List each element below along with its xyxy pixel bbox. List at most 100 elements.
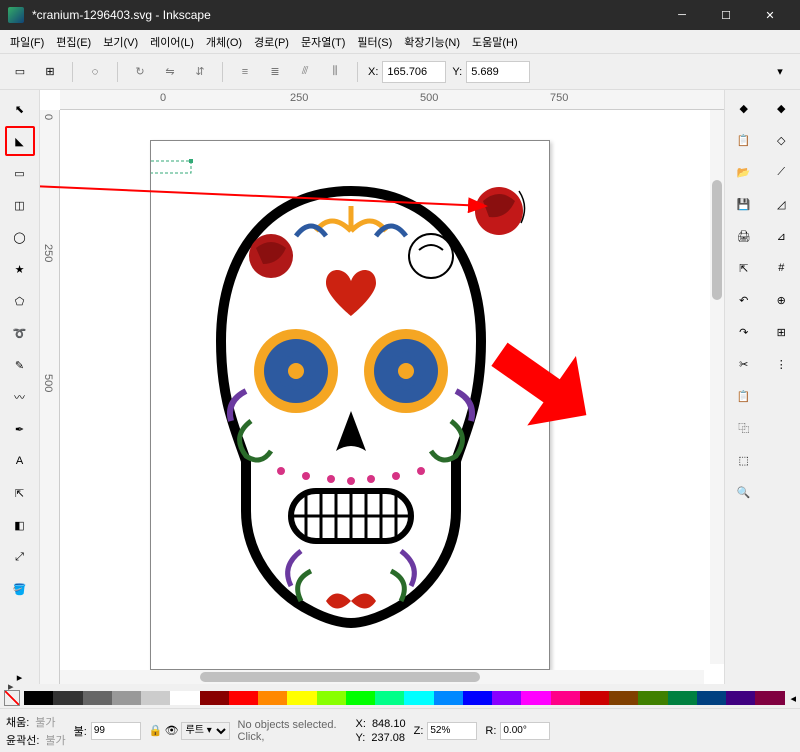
3dbox-tool[interactable]: ◫	[5, 190, 35, 220]
rotation-input[interactable]	[500, 722, 550, 740]
swatch[interactable]	[521, 691, 550, 705]
align1-icon[interactable]: ≡	[233, 60, 257, 84]
snap-icon[interactable]: ◆	[767, 94, 795, 122]
paintbucket-tool[interactable]: 🪣	[5, 574, 35, 604]
menu-item[interactable]: 도움말(H)	[466, 31, 524, 53]
page[interactable]	[150, 140, 550, 670]
scrollbar-horizontal[interactable]	[60, 670, 704, 684]
swatch[interactable]	[24, 691, 53, 705]
menu-item[interactable]: 파일(F)	[4, 31, 50, 53]
menu-item[interactable]: 개체(O)	[200, 31, 248, 53]
swatch[interactable]	[755, 691, 784, 705]
node-tool[interactable]: ◣	[5, 126, 35, 156]
swatch[interactable]	[229, 691, 258, 705]
snap-corner-icon[interactable]: ◿	[767, 190, 795, 218]
canvas-area[interactable]: 🔒 0250500750 0250500	[40, 90, 724, 684]
swatch[interactable]	[200, 691, 229, 705]
cut-icon[interactable]: ✂	[730, 350, 758, 378]
gradient-tool[interactable]: ◧	[5, 510, 35, 540]
dashed-icon[interactable]: ◌	[83, 60, 107, 84]
swatch[interactable]	[112, 691, 141, 705]
swatch[interactable]	[404, 691, 433, 705]
swatch[interactable]	[492, 691, 521, 705]
coord-y-input[interactable]	[466, 61, 530, 83]
swatch[interactable]	[434, 691, 463, 705]
select-tool[interactable]: ⬉	[5, 94, 35, 124]
save-icon[interactable]: 💾	[730, 190, 758, 218]
export-icon[interactable]: ⇱	[730, 254, 758, 282]
palette-menu-icon[interactable]: ◂	[790, 692, 796, 705]
snap-grid-icon[interactable]: ⊞	[767, 318, 795, 346]
group-icon[interactable]: ⬚	[730, 446, 758, 474]
fill-stroke-icon[interactable]: ◆	[730, 94, 758, 122]
minimize-button[interactable]: ─	[660, 0, 704, 30]
snap-hash-icon[interactable]: #	[767, 254, 795, 282]
open-icon[interactable]: 📂	[730, 158, 758, 186]
menu-item[interactable]: 확장기능(N)	[398, 31, 466, 53]
align2-icon[interactable]: ≣	[263, 60, 287, 84]
swatch[interactable]	[375, 691, 404, 705]
align3-icon[interactable]: ⫻	[293, 60, 317, 84]
no-fill-swatch[interactable]	[4, 690, 20, 706]
layer-lock-icon[interactable]: 🔒	[149, 724, 163, 737]
align4-icon[interactable]: ⫼	[323, 60, 347, 84]
menu-item[interactable]: 레이어(L)	[144, 31, 200, 53]
swatch[interactable]	[258, 691, 287, 705]
paste-icon[interactable]: 📋	[730, 126, 758, 154]
swatch[interactable]	[580, 691, 609, 705]
mirror-icon[interactable]: ⇵	[188, 60, 212, 84]
redo-icon[interactable]: ↷	[730, 318, 758, 346]
rotate-icon[interactable]: ↻	[128, 60, 152, 84]
bezier-tool[interactable]: 〰	[5, 382, 35, 412]
swatch[interactable]	[346, 691, 375, 705]
pencil-tool[interactable]: ✎	[5, 350, 35, 380]
clipboard-icon[interactable]: 📋	[730, 382, 758, 410]
swatch[interactable]	[668, 691, 697, 705]
swatch[interactable]	[317, 691, 346, 705]
layer-visible-icon[interactable]: 👁	[165, 724, 179, 737]
swatch[interactable]	[141, 691, 170, 705]
swatch[interactable]	[170, 691, 199, 705]
swatch[interactable]	[83, 691, 112, 705]
duplicate-icon[interactable]: ⿻	[730, 414, 758, 442]
menu-item[interactable]: 보기(V)	[97, 31, 144, 53]
menu-item[interactable]: 편집(E)	[50, 31, 97, 53]
text-tool[interactable]: A	[5, 446, 35, 476]
swatch[interactable]	[638, 691, 667, 705]
opacity-input[interactable]	[91, 722, 141, 740]
scrollbar-vertical[interactable]	[710, 110, 724, 664]
snap-center-icon[interactable]: ⊕	[767, 286, 795, 314]
undo-icon[interactable]: ↶	[730, 286, 758, 314]
zoom-icon[interactable]: 🔍	[730, 478, 758, 506]
maximize-button[interactable]: ☐	[704, 0, 748, 30]
toolbox-expand-icon[interactable]: ▸	[17, 671, 23, 684]
calligraphy-tool[interactable]: ✒	[5, 414, 35, 444]
connector-tool[interactable]: ⇱	[5, 478, 35, 508]
swatch[interactable]	[287, 691, 316, 705]
swatch[interactable]	[609, 691, 638, 705]
select-all-icon[interactable]: ⊞	[38, 60, 62, 84]
menu-item[interactable]: 경로(P)	[248, 31, 295, 53]
swatch[interactable]	[551, 691, 580, 705]
star-tool[interactable]: ★	[5, 254, 35, 284]
spiral-tool[interactable]: ➰	[5, 318, 35, 348]
swatch[interactable]	[463, 691, 492, 705]
poly-tool[interactable]: ⬠	[5, 286, 35, 316]
snap-node-icon[interactable]: ◇	[767, 126, 795, 154]
snap-edge-icon[interactable]: ⊿	[767, 222, 795, 250]
snap-dots-icon[interactable]: ⋮	[767, 350, 795, 378]
menu-item[interactable]: 문자열(T)	[295, 31, 351, 53]
close-button[interactable]: ✕	[748, 0, 792, 30]
menu-item[interactable]: 필터(S)	[351, 31, 398, 53]
menu-chevron-icon[interactable]: ▾	[768, 60, 792, 84]
snap-path-icon[interactable]: ⟋	[767, 158, 795, 186]
swatch[interactable]	[726, 691, 755, 705]
flip-icon[interactable]: ⇋	[158, 60, 182, 84]
coord-x-input[interactable]	[382, 61, 446, 83]
ellipse-tool[interactable]: ◯	[5, 222, 35, 252]
new-doc-icon[interactable]: ▭	[8, 60, 32, 84]
swatch[interactable]	[53, 691, 82, 705]
layer-select[interactable]: 루트 ▾	[181, 722, 230, 740]
swatch[interactable]	[697, 691, 726, 705]
rect-tool[interactable]: ▭	[5, 158, 35, 188]
